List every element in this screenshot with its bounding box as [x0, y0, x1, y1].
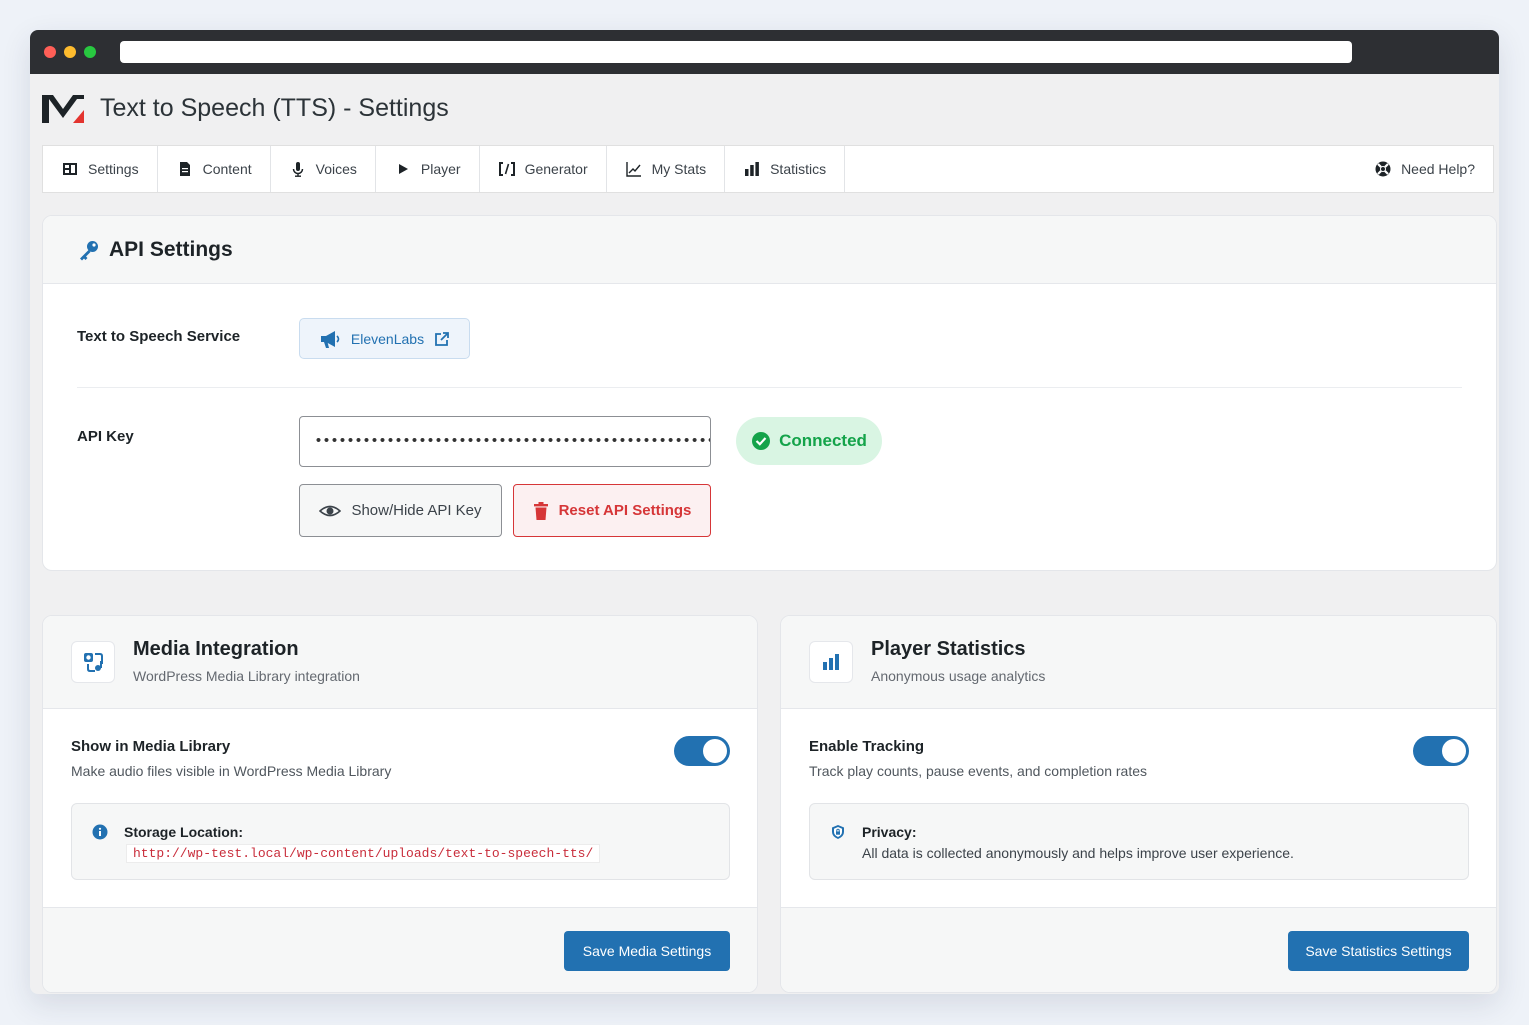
save-statistics-settings-button[interactable]: Save Statistics Settings	[1288, 931, 1469, 971]
connection-status-badge: Connected	[736, 417, 882, 465]
tab-player[interactable]: Player	[376, 146, 480, 192]
service-name: ElevenLabs	[350, 330, 425, 347]
row-divider	[77, 387, 1462, 388]
show-hide-api-key-button[interactable]: Show/Hide API Key	[299, 484, 502, 537]
elevenlabs-link-button[interactable]: ElevenLabs	[299, 318, 470, 359]
tab-label: My Stats	[651, 161, 707, 177]
key-icon	[80, 240, 98, 260]
minimize-window-button[interactable]	[64, 46, 76, 58]
storage-location-label: Storage Location:	[124, 824, 244, 840]
show-in-media-library-label: Show in Media Library	[71, 738, 231, 755]
storage-path: http://wp-test.local/wp-content/uploads/…	[126, 844, 601, 863]
service-label: Text to Speech Service	[77, 328, 241, 345]
enable-tracking-toggle[interactable]	[1413, 736, 1469, 766]
tab-label: Content	[202, 161, 252, 177]
tab-voices[interactable]: Voices	[271, 146, 376, 192]
tab-statistics[interactable]: Statistics	[725, 146, 846, 192]
media-card-title: Media Integration	[133, 638, 299, 660]
document-icon	[179, 162, 190, 176]
stats-icon-box	[809, 641, 853, 683]
page-title: Text to Speech (TTS) - Settings	[100, 93, 449, 122]
tab-label: Settings	[88, 161, 139, 177]
api-settings-header: API Settings	[43, 216, 1496, 284]
lifebuoy-icon	[1375, 161, 1391, 177]
tab-label: Generator	[524, 161, 588, 177]
info-icon	[92, 824, 108, 840]
reset-api-settings-button[interactable]: Reset API Settings	[513, 484, 711, 537]
trash-icon	[533, 501, 548, 520]
show-in-media-library-description: Make audio files visible in WordPress Me…	[71, 763, 392, 779]
megaphone-icon	[320, 330, 340, 348]
storage-location-notice: Storage Location: http://wp-test.local/w…	[71, 803, 730, 880]
stats-card-subtitle: Anonymous usage analytics	[871, 668, 1046, 684]
api-key-label: API Key	[77, 428, 134, 445]
plugin-logo	[42, 95, 84, 123]
stats-card-title: Player Statistics	[871, 638, 1026, 660]
external-link-icon	[435, 331, 449, 346]
status-text: Connected	[779, 431, 867, 450]
check-circle-icon	[752, 432, 771, 450]
privacy-label: Privacy:	[862, 824, 917, 840]
media-card-header: Media Integration WordPress Media Librar…	[43, 616, 757, 709]
dashboard-icon	[63, 163, 77, 175]
toggle-knob	[703, 739, 727, 763]
app-header: Text to Speech (TTS) - Settings	[40, 88, 449, 128]
api-settings-title: API Settings	[109, 237, 233, 261]
chart-line-icon	[625, 162, 641, 177]
need-help-label: Need Help?	[1401, 161, 1475, 177]
save-media-settings-button[interactable]: Save Media Settings	[564, 931, 730, 971]
code-icon	[498, 162, 515, 176]
tab-settings[interactable]: Settings	[43, 146, 158, 192]
browser-window: Text to Speech (TTS) - Settings Settings…	[30, 30, 1499, 994]
address-bar[interactable]	[120, 41, 1352, 63]
bar-chart-icon	[745, 162, 759, 176]
microphone-icon	[292, 162, 303, 177]
browser-titlebar	[30, 30, 1499, 74]
close-window-button[interactable]	[44, 46, 56, 58]
bar-chart-icon	[823, 654, 839, 670]
play-icon	[398, 164, 408, 174]
need-help-link[interactable]: Need Help?	[1356, 146, 1493, 192]
reset-label: Reset API Settings	[558, 502, 692, 519]
tab-my-stats[interactable]: My Stats	[607, 146, 726, 192]
tab-label: Player	[420, 161, 461, 177]
toggle-knob	[1442, 739, 1466, 763]
tab-label: Voices	[315, 161, 357, 177]
privacy-text: All data is collected anonymously and he…	[862, 845, 1294, 861]
media-card-subtitle: WordPress Media Library integration	[133, 668, 360, 684]
stats-card-footer: Save Statistics Settings	[781, 907, 1496, 992]
api-key-input[interactable]: ••••••••••••••••••••••••••••••••••••••••…	[299, 416, 711, 467]
enable-tracking-label: Enable Tracking	[809, 738, 925, 755]
privacy-notice: Privacy: All data is collected anonymous…	[809, 803, 1469, 880]
media-library-icon	[84, 653, 103, 672]
media-integration-card: Media Integration WordPress Media Librar…	[42, 615, 758, 993]
stats-card-header: Player Statistics Anonymous usage analyt…	[781, 616, 1496, 709]
api-settings-card: API Settings Text to Speech Service Elev…	[42, 215, 1497, 571]
eye-icon	[319, 505, 342, 516]
maximize-window-button[interactable]	[84, 46, 96, 58]
show-in-media-library-toggle[interactable]	[674, 736, 730, 766]
tab-label: Statistics	[770, 161, 827, 177]
tab-content[interactable]: Content	[158, 146, 271, 192]
tab-generator[interactable]: Generator	[480, 146, 607, 192]
tab-bar: Settings Content Voices Player Generator…	[42, 145, 1494, 193]
show-hide-label: Show/Hide API Key	[351, 502, 482, 519]
player-statistics-card: Player Statistics Anonymous usage analyt…	[780, 615, 1497, 993]
enable-tracking-description: Track play counts, pause events, and com…	[809, 763, 1147, 779]
media-card-footer: Save Media Settings	[43, 907, 757, 992]
shield-icon	[832, 825, 844, 839]
media-icon-box	[71, 641, 115, 683]
